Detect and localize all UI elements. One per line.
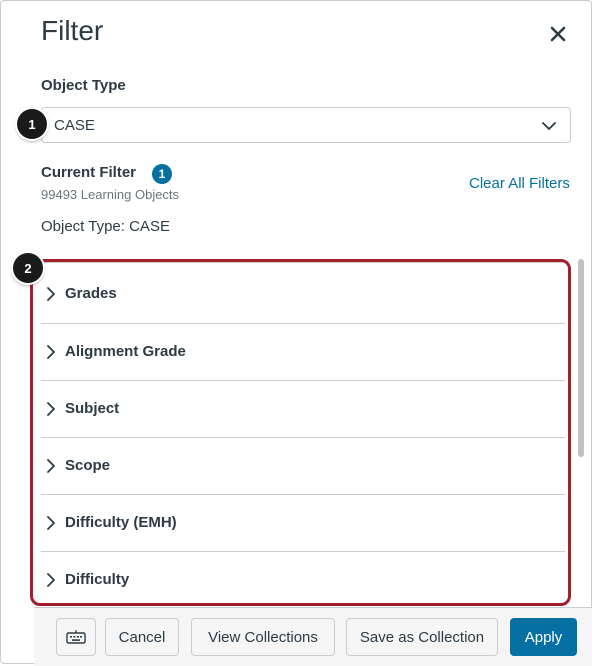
scrollbar-thumb[interactable] — [578, 259, 584, 457]
keyboard-shortcuts-button[interactable] — [56, 618, 96, 656]
chevron-right-icon — [47, 402, 55, 416]
cancel-button[interactable]: Cancel — [105, 618, 179, 656]
facet-list: Grades Alignment Grade Subject Scope Dif… — [41, 262, 565, 603]
facet-label: Difficulty (EMH) — [65, 514, 177, 531]
chevron-right-icon — [47, 287, 55, 301]
current-filter-label: Current Filter — [41, 164, 137, 181]
apply-button[interactable]: Apply — [510, 618, 577, 656]
facet-label: Grades — [65, 285, 117, 302]
view-collections-button[interactable]: View Collections — [191, 618, 335, 656]
callout-marker-1: 1 — [17, 109, 47, 139]
facet-scrollbar[interactable] — [576, 256, 586, 601]
chevron-right-icon — [47, 516, 55, 530]
facet-item-grades[interactable]: Grades — [41, 262, 565, 324]
filter-dialog: Filter Object Type CASE 1 Current Filter… — [0, 0, 592, 666]
keyboard-icon — [66, 630, 86, 644]
close-icon — [550, 26, 566, 42]
chevron-right-icon — [47, 573, 55, 587]
chevron-right-icon — [47, 459, 55, 473]
facet-item-difficulty[interactable]: Difficulty — [41, 552, 565, 603]
facet-item-subject[interactable]: Subject — [41, 381, 565, 438]
chevron-right-icon — [47, 345, 55, 359]
facet-item-scope[interactable]: Scope — [41, 438, 565, 495]
object-type-label: Object Type — [41, 77, 126, 94]
object-type-select[interactable]: CASE — [41, 107, 571, 143]
facet-label: Subject — [65, 400, 120, 417]
clear-all-filters-link[interactable]: Clear All Filters — [469, 175, 570, 192]
facet-label: Scope — [65, 457, 111, 474]
chevron-down-icon — [542, 122, 556, 130]
save-as-collection-button[interactable]: Save as Collection — [346, 618, 498, 656]
facet-label: Alignment Grade — [65, 343, 186, 360]
facet-item-difficulty-emh[interactable]: Difficulty (EMH) — [41, 495, 565, 552]
filter-count-badge: 1 — [152, 164, 172, 184]
dialog-title: Filter — [41, 15, 104, 46]
applied-filter-text: Object Type: CASE — [41, 218, 170, 235]
facet-list-highlight: Grades Alignment Grade Subject Scope Dif… — [30, 259, 571, 606]
object-type-value: CASE — [54, 117, 95, 134]
close-button[interactable] — [545, 21, 571, 47]
facet-item-alignment-grade[interactable]: Alignment Grade — [41, 324, 565, 381]
dialog-footer: Cancel View Collections Save as Collecti… — [34, 607, 592, 666]
facet-label: Difficulty — [65, 571, 130, 588]
learning-objects-count: 99493 Learning Objects — [41, 187, 180, 202]
callout-marker-2: 2 — [13, 253, 43, 283]
